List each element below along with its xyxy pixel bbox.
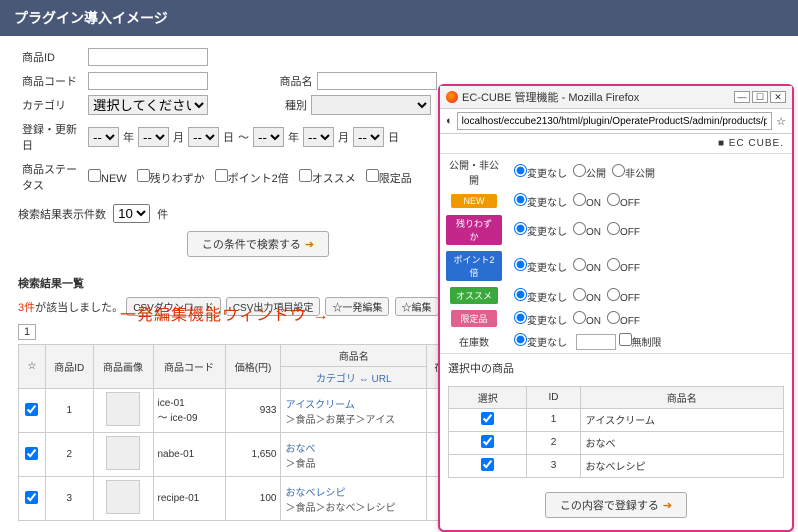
th-price: 価格(円) (225, 345, 281, 389)
search-form: 商品ID 商品コード 商品名 カテゴリ 選択してください 種別 登録・更新日 -… (18, 46, 498, 196)
label-product-id: 商品ID (18, 46, 88, 68)
arrow-icon: ➔ (305, 239, 314, 251)
select-count[interactable]: 10 (113, 204, 150, 223)
select-d2[interactable]: -- (353, 127, 384, 147)
r-pub-close[interactable]: 非公開 (612, 169, 655, 180)
tool-edit[interactable]: ☆編集 (395, 297, 439, 316)
tag-new: NEW (451, 194, 497, 208)
select-y1[interactable]: -- (88, 127, 119, 147)
selected-title: 選択中の商品 (440, 353, 792, 382)
chk-oss[interactable]: オススメ (299, 169, 356, 186)
page-title-bar: プラグイン導入イメージ (0, 0, 798, 36)
url-input[interactable] (457, 112, 772, 130)
select-d1[interactable]: -- (188, 127, 219, 147)
eccube-logo: ■ EC CUBE. (440, 134, 792, 154)
arrow-icon: ➔ (663, 500, 672, 512)
bookmark-icon[interactable]: ☆ (776, 115, 786, 128)
results-table: ☆ 商品ID 商品画像 商品コード 価格(円) 商品名 在庫 種別 カテゴリ ⇔… (18, 344, 498, 521)
popup-submit-button[interactable]: この内容で登録する➔ (545, 492, 687, 518)
label-reg-date: 登録・更新日 (18, 118, 88, 156)
min-button[interactable]: — (734, 91, 750, 103)
row-check[interactable] (25, 447, 38, 460)
input-product-id[interactable] (88, 48, 208, 66)
firefox-icon (446, 91, 458, 103)
select-category[interactable]: 選択してください (88, 95, 208, 115)
address-bar: ◐ ☆ (440, 109, 792, 134)
tag-pt: ポイント2倍 (446, 251, 502, 281)
th-cat[interactable]: カテゴリ ⇔ URL (281, 367, 427, 389)
sel-check[interactable] (481, 458, 494, 471)
selected-table: 選択ID商品名 1アイスクリーム2おなべ3おなべレシピ (448, 386, 784, 478)
thumb-icon (106, 436, 140, 470)
max-button[interactable]: ☐ (752, 91, 768, 103)
tag-gen: 限定品 (451, 310, 497, 327)
select-y2[interactable]: -- (253, 127, 284, 147)
chk-pt[interactable]: ポイント2倍 (215, 169, 289, 186)
th-id: 商品ID (45, 345, 93, 389)
page-title: プラグイン導入イメージ (14, 10, 168, 26)
chk-new[interactable]: NEW (88, 169, 127, 185)
chk-gen[interactable]: 限定品 (366, 169, 412, 186)
select-m1[interactable]: -- (138, 127, 169, 147)
list-item: 2おなべ (449, 431, 784, 454)
th-img: 商品画像 (93, 345, 153, 389)
tool-bulk-edit[interactable]: ☆一発編集 (325, 297, 389, 316)
chk-zan[interactable]: 残りわずか (137, 169, 205, 186)
row-check[interactable] (25, 403, 38, 416)
thumb-icon (106, 392, 140, 426)
popup-window: EC-CUBE 管理機能 - Mozilla Firefox —☐✕ ◐ ☆ ■… (438, 84, 794, 532)
sel-check[interactable] (481, 412, 494, 425)
label-product-name: 商品名 (270, 70, 317, 92)
label-product-code: 商品コード (18, 70, 88, 92)
r-pub-nochg[interactable]: 変更なし (514, 169, 567, 180)
table-row: 2nabe-011,650おなべ＞食品0公開 (19, 433, 498, 477)
sel-check[interactable] (481, 435, 494, 448)
list-item: 1アイスクリーム (449, 408, 784, 431)
th-name: 商品名 (281, 345, 427, 367)
globe-icon: ◐ (446, 115, 453, 127)
tag-oss: オススメ (450, 287, 498, 304)
row-check[interactable] (25, 491, 38, 504)
tool-csv-cfg[interactable]: CSV出力項目設定 (226, 297, 321, 316)
label-category: カテゴリ (18, 94, 88, 116)
options-table: 公開・非公開 変更なし公開非公開 NEW 変更なしONOFF 残りわずか 変更な… (440, 154, 792, 353)
date-range: --年 --月 --日 ～ --年 --月 --日 (88, 127, 498, 147)
close-button[interactable]: ✕ (770, 91, 786, 103)
popup-titlebar: EC-CUBE 管理機能 - Mozilla Firefox —☐✕ (440, 86, 792, 109)
page-number[interactable]: 1 (18, 324, 36, 340)
opt-publish-label: 公開・非公開 (440, 154, 508, 190)
stock-input[interactable] (576, 334, 616, 350)
status-checks: NEW 残りわずか ポイント2倍 オススメ 限定品 (88, 169, 498, 186)
table-row: 1ice-01～ ice-09933アイスクリーム＞食品＞お菓子＞アイス0公開 (19, 389, 498, 433)
th-code: 商品コード (153, 345, 225, 389)
popup-title: EC-CUBE 管理機能 - Mozilla Firefox (462, 89, 639, 105)
input-product-name[interactable] (317, 72, 437, 90)
select-m2[interactable]: -- (303, 127, 334, 147)
list-item: 3おなべレシピ (449, 454, 784, 477)
select-type[interactable] (311, 95, 431, 115)
label-status: 商品ステータス (18, 158, 88, 196)
tool-csv-dl[interactable]: CSVダウンロード (126, 297, 221, 316)
search-button[interactable]: この条件で検索する➔ (187, 231, 329, 257)
input-product-code[interactable] (88, 72, 208, 90)
label-type: 種別 (275, 94, 311, 116)
opt-stock-label: 在庫数 (440, 330, 508, 353)
th-star: ☆ (19, 345, 46, 389)
tag-zan: 残りわずか (446, 215, 502, 245)
table-row: 3recipe-01100おなべレシピ＞食品＞おなべ＞レシピ0公開 (19, 477, 498, 521)
r-pub-open[interactable]: 公開 (573, 169, 606, 180)
thumb-icon (106, 480, 140, 514)
